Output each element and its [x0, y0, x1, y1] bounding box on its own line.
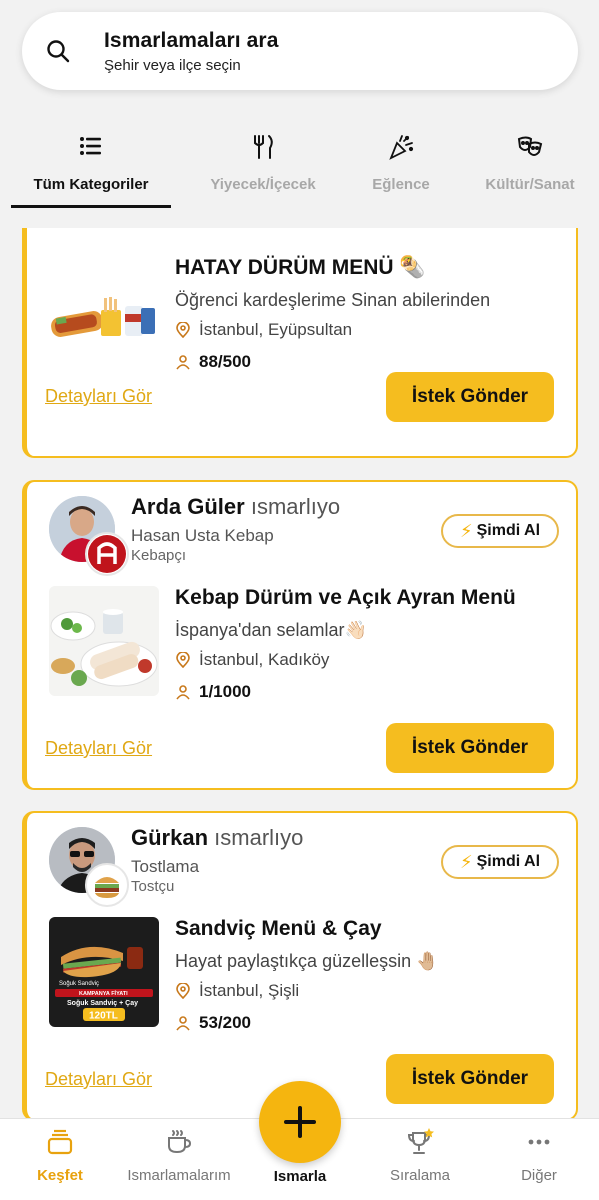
send-request-button[interactable]: İstek Gönder [386, 723, 554, 773]
user-icon [176, 685, 190, 700]
tab-all-categories[interactable]: Tüm Kategoriler [11, 120, 171, 210]
feed-list[interactable]: HATAY DÜRÜM MENÜ 🌯 Öğrenci kardeşlerime … [0, 228, 599, 1118]
product-image [49, 270, 159, 380]
product-note: Öğrenci kardeşlerime Sinan abilerinden [175, 290, 491, 310]
card-header: Arda Güler ısmarlıyo Hasan Usta Kebap Ke… [49, 494, 559, 576]
count-text: 1/1000 [199, 682, 251, 701]
offer-card: Gürkan ısmarlıyo Tostlama Tostçu ⚡ Şimdi… [22, 811, 578, 1118]
product-image: Soğuk Sandviç KAMPANYA FİYATI Soğuk Sand… [49, 917, 159, 1027]
lightning-icon: ⚡ [459, 520, 473, 541]
tab-culture-art[interactable]: Kültür/Sanat [470, 120, 590, 210]
coffee-cup-icon [168, 1130, 192, 1154]
details-link[interactable]: Detayları Gör [45, 738, 152, 759]
user-icon [176, 355, 190, 370]
send-request-button[interactable]: İstek Gönder [386, 372, 554, 422]
count-text: 88/500 [199, 352, 251, 371]
product-note: İspanya'dan selamlar👋🏻 [175, 620, 367, 640]
buy-now-button[interactable]: ⚡ Şimdi Al [441, 514, 559, 548]
venue-type: Tostçu [131, 878, 175, 895]
user-icon [176, 1016, 190, 1031]
product-note: Hayat paylaştıkça güzelleşsin 🤚🏼 [175, 951, 439, 971]
details-link[interactable]: Detayları Gör [45, 1069, 152, 1090]
sender-name: Gürkan [131, 825, 209, 850]
trophy-icon [407, 1128, 434, 1154]
product-image [49, 586, 159, 696]
tab-more[interactable]: Diğer [500, 1119, 578, 1200]
offer-card: HATAY DÜRÜM MENÜ 🌯 Öğrenci kardeşlerime … [22, 228, 578, 458]
tab-label: Tüm Kategoriler [33, 176, 149, 193]
product-title: HATAY DÜRÜM MENÜ 🌯 [175, 256, 426, 279]
theater-masks-icon [517, 136, 543, 156]
category-tabs: Tüm Kategoriler Yiyecek/İçecek Eğlence K… [0, 120, 599, 232]
location-pin-icon [176, 322, 190, 338]
image-text: 120TL [89, 1011, 118, 1022]
search-icon [47, 40, 70, 63]
send-request-button[interactable]: İstek Gönder [386, 1054, 554, 1104]
search-bar[interactable]: Ismarlamaları ara Şehir veya ilçe seçin [22, 12, 578, 90]
more-dots-icon [528, 1139, 550, 1145]
discover-icon [47, 1129, 73, 1155]
sender-line: Arda Güler ısmarlıyo [131, 494, 340, 520]
tab-entertainment[interactable]: Eğlence [352, 120, 450, 210]
image-text: Soğuk Sandviç [59, 981, 99, 987]
product-location: İstanbul, Eyüpsultan [175, 320, 352, 340]
tab-discover[interactable]: Keşfet [20, 1119, 100, 1200]
location-text: İstanbul, Kadıköy [199, 650, 330, 669]
product-title: Sandviç Menü & Çay [175, 917, 382, 940]
tab-label: Yiyecek/İçecek [210, 176, 316, 193]
product-location: İstanbul, Kadıköy [175, 650, 329, 670]
product-title: Kebap Dürüm ve Açık Ayran Menü [175, 586, 516, 609]
tab-label: Eğlence [372, 176, 430, 193]
tab-label: Sıralama [389, 1167, 451, 1184]
product-count: 88/500 [175, 352, 251, 372]
treat-fab-button[interactable] [259, 1081, 341, 1163]
buy-now-button[interactable]: ⚡ Şimdi Al [441, 845, 559, 879]
active-tab-indicator [11, 205, 171, 208]
sender-verb: ısmarlıyo [250, 494, 341, 519]
tab-food-drink[interactable]: Yiyecek/İçecek [193, 120, 333, 210]
location-text: İstanbul, Şişli [199, 981, 300, 1000]
tab-label: Diğer [521, 1167, 557, 1184]
venue-name: Hasan Usta Kebap [131, 526, 274, 545]
image-text: Soğuk Sandviç + Çay [67, 1000, 138, 1007]
venue-logo [85, 863, 129, 907]
location-pin-icon [176, 983, 190, 999]
venue-name: Tostlama [131, 857, 200, 876]
product-count: 53/200 [175, 1013, 251, 1033]
offer-card: Arda Güler ısmarlıyo Hasan Usta Kebap Ke… [22, 480, 578, 790]
venue-type: Kebapçı [131, 547, 187, 564]
search-subtitle: Şehir veya ilçe seçin [104, 57, 241, 74]
tab-label: Keşfet [37, 1167, 83, 1184]
location-pin-icon [176, 652, 190, 668]
tab-label: Ismarlamalarım [127, 1167, 231, 1184]
tab-ranking[interactable]: Sıralama [375, 1119, 465, 1200]
party-popper-icon [389, 135, 414, 160]
list-icon [80, 137, 101, 155]
buy-now-label: Şimdi Al [476, 522, 541, 539]
details-link[interactable]: Detayları Gör [45, 386, 152, 407]
sender-line: Gürkan ısmarlıyo [131, 825, 303, 851]
location-text: İstanbul, Eyüpsultan [199, 320, 353, 339]
sender-name: Arda Güler [131, 494, 245, 519]
card-header: Gürkan ısmarlıyo Tostlama Tostçu ⚡ Şimdi… [49, 825, 559, 907]
fork-knife-icon [254, 135, 273, 159]
buy-now-label: Şimdi Al [476, 853, 541, 870]
search-title: Ismarlamaları ara [104, 29, 279, 52]
tab-label: Ismarla [273, 1168, 327, 1185]
image-text: KAMPANYA FİYATI [79, 990, 128, 997]
sender-verb: ısmarlıyo [214, 825, 304, 850]
product-count: 1/1000 [175, 682, 251, 702]
product-location: İstanbul, Şişli [175, 981, 299, 1001]
lightning-icon: ⚡ [459, 851, 473, 872]
plus-icon [284, 1106, 316, 1138]
count-text: 53/200 [199, 1013, 251, 1032]
tab-label: Kültür/Sanat [485, 176, 575, 193]
venue-logo [85, 532, 129, 576]
tab-my-treats[interactable]: Ismarlamalarım [117, 1119, 241, 1200]
